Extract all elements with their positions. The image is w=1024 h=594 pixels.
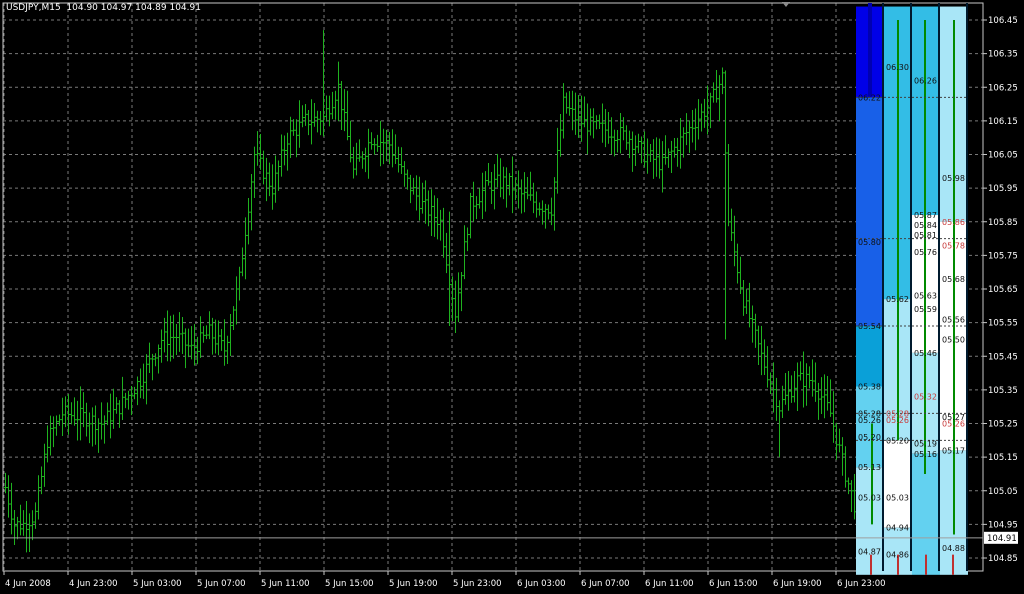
panel-block [856, 325, 884, 387]
panel-block [856, 386, 884, 468]
x-tick-label: 5 Jun 07:00 [197, 579, 246, 589]
y-tick-label: 105.05 [988, 487, 1018, 497]
y-tick-label: 104.95 [988, 520, 1018, 530]
y-tick-label: 106.35 [988, 50, 1018, 60]
y-tick-label: 104.85 [988, 554, 1018, 564]
panel-label: 05.54 [858, 322, 881, 331]
panel-label: 05.86 [942, 218, 965, 227]
y-tick-label: 105.65 [988, 285, 1018, 295]
panel-label: 04.87 [858, 547, 881, 556]
panel-label: 05.78 [942, 241, 965, 250]
panel-label: 06.26 [914, 77, 937, 86]
chart-canvas[interactable]: 106.45 106.35 106.25 106.15 106.05 105.95 105.… [0, 0, 1024, 594]
panel-block [884, 440, 912, 528]
y-tick-label: 106.45 [988, 16, 1018, 26]
panel-block [856, 97, 884, 326]
panel-block [868, 3, 872, 98]
y-tick-label: 105.55 [988, 319, 1018, 329]
x-tick-label: 5 Jun 11:00 [261, 579, 310, 589]
panel-label: 05.68 [942, 275, 965, 284]
panel-label: 04.88 [942, 544, 965, 553]
panel-label: 05.20 [858, 433, 881, 442]
panel-label: 05.13 [858, 463, 881, 472]
x-tick-label: 4 Jun 23:00 [69, 579, 118, 589]
panel-label: 05.76 [914, 248, 937, 257]
y-tick-label: 105.95 [988, 184, 1018, 194]
panel-label: 05.26 [942, 420, 965, 429]
panel-label: 05.63 [914, 292, 937, 301]
panel-label: 05.26 [858, 416, 881, 425]
price-chart[interactable]: 106.45 106.35 106.25 106.15 106.05 105.95 105.… [0, 0, 1024, 594]
x-tick-label: 6 Jun 19:00 [773, 579, 822, 589]
panel-label: 05.17 [942, 446, 965, 455]
x-tick-label: 5 Jun 23:00 [453, 579, 502, 589]
panel-label: 05.87 [914, 211, 937, 220]
x-tick-label: 6 Jun 23:00 [837, 579, 886, 589]
y-tick-label: 105.25 [988, 420, 1018, 430]
panel-label: 05.03 [858, 493, 881, 502]
panel-label: 05.59 [914, 305, 937, 314]
y-tick-label: 105.75 [988, 251, 1018, 261]
panel-label: 05.56 [942, 315, 965, 324]
panel-label: 04.86 [886, 551, 909, 560]
y-tick-label: 106.25 [988, 83, 1018, 93]
panel-label: 05.26 [886, 416, 909, 425]
panel-label: 05.50 [942, 335, 965, 344]
panel-label: 05.46 [914, 349, 937, 358]
x-tick-label: 6 Jun 15:00 [709, 579, 758, 589]
panel-label: 05.80 [858, 238, 881, 247]
panel-label: 06.22 [858, 93, 881, 102]
panel-label: 05.84 [914, 221, 937, 230]
x-tick-label: 6 Jun 11:00 [645, 579, 694, 589]
y-tick-label: 106.15 [988, 117, 1018, 127]
y-tick-label: 105.85 [988, 218, 1018, 228]
panel-label: 05.03 [886, 493, 909, 502]
panel-label: 05.38 [858, 383, 881, 392]
y-tick-label: 106.05 [988, 151, 1018, 161]
x-tick-label: 5 Jun 15:00 [325, 579, 374, 589]
panel-label: 05.98 [942, 174, 965, 183]
panel-label: 05.62 [886, 295, 909, 304]
x-tick-label: 4 Jun 2008 [5, 579, 51, 589]
x-tick-label: 5 Jun 03:00 [133, 579, 182, 589]
panel-label: 05.16 [914, 450, 937, 459]
panel-label: 04.94 [886, 524, 909, 533]
y-tick-label: 105.45 [988, 352, 1018, 362]
panel-label: 05.32 [914, 393, 937, 402]
indicator-panel: 06.2205.8005.5405.3805.2805.2605.2005.13… [856, 3, 968, 575]
y-tick-label: 105.35 [988, 386, 1018, 396]
x-tick-label: 6 Jun 07:00 [581, 579, 630, 589]
panel-label: 05.19 [914, 440, 937, 449]
x-tick-label: 6 Jun 03:00 [517, 579, 566, 589]
panel-label: 06.30 [886, 63, 909, 72]
x-tick-label: 5 Jun 19:00 [389, 579, 438, 589]
y-tick-label: 105.15 [988, 453, 1018, 463]
panel-label: 05.81 [914, 231, 937, 240]
panel-label: 05.20 [886, 436, 909, 445]
current-price-label: 104.91 [987, 534, 1017, 544]
